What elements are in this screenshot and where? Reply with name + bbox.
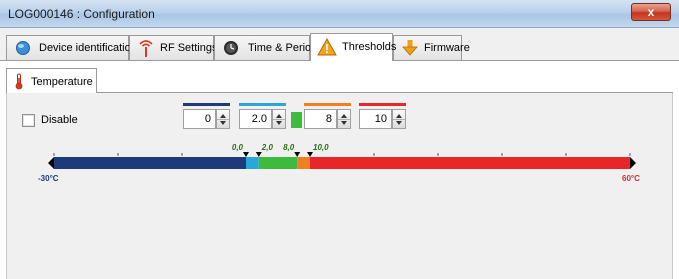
clock-icon — [224, 41, 238, 55]
tab-label: Firmware — [424, 42, 470, 54]
spin-down-icon[interactable] — [220, 121, 226, 125]
disable-label: Disable — [41, 114, 78, 126]
tab-label: Device identification — [39, 42, 137, 54]
high-alarm-color-bar — [359, 103, 406, 106]
thermometer-icon — [15, 73, 23, 90]
low-warning-stepper[interactable] — [272, 109, 286, 129]
high-warning-input[interactable]: 8 — [304, 109, 337, 129]
tab-time-period[interactable]: Time & Period — [214, 35, 317, 60]
spin-down-icon[interactable] — [276, 121, 282, 125]
high-warning-color-bar — [304, 103, 351, 106]
sub-tab-strip: Temperature — [6, 68, 673, 94]
sub-tab-label: Temperature — [31, 76, 93, 88]
high-warning-value: 8 — [325, 113, 332, 125]
high-alarm-input[interactable]: 10 — [359, 109, 392, 129]
close-icon: x — [647, 5, 655, 19]
low-alarm-color-bar — [183, 103, 230, 106]
title-bar[interactable]: LOG000146 : Configuration x — [0, 0, 679, 28]
low-alarm-input[interactable]: 0 — [183, 109, 216, 129]
stepper-divider — [217, 119, 229, 120]
tab-device-identification[interactable]: Device identification — [6, 35, 137, 60]
low-alarm-stepper[interactable] — [216, 109, 230, 129]
rf-antenna-icon — [139, 40, 153, 57]
stepper-divider — [273, 119, 285, 120]
low-alarm-threshold-spinner[interactable]: 0 — [183, 103, 230, 131]
stepper-divider — [393, 119, 405, 120]
disable-checkbox[interactable] — [22, 114, 35, 127]
tab-thresholds[interactable]: Thresholds — [310, 33, 397, 61]
high-alarm-value: 10 — [374, 113, 387, 125]
spin-up-icon[interactable] — [341, 114, 347, 118]
low-warning-color-bar — [239, 103, 286, 106]
spin-down-icon[interactable] — [341, 121, 347, 125]
tab-firmware[interactable]: Firmware — [393, 35, 470, 60]
low-warning-input[interactable]: 2.0 — [239, 109, 272, 129]
device-globe-icon — [16, 41, 30, 55]
close-button[interactable]: x — [631, 3, 671, 21]
tab-rf-settings[interactable]: RF Settings — [129, 35, 218, 60]
high-warning-stepper[interactable] — [337, 109, 351, 129]
download-arrow-icon — [402, 40, 418, 56]
tab-label: RF Settings — [160, 42, 218, 54]
low-warning-value: 2.0 — [251, 113, 267, 125]
spin-down-icon[interactable] — [396, 121, 402, 125]
window-title: LOG000146 : Configuration — [8, 7, 155, 21]
tab-label: Time & Period — [248, 42, 318, 54]
tab-label: Thresholds — [342, 41, 397, 53]
tab-temperature[interactable]: Temperature — [6, 68, 97, 94]
low-warning-threshold-spinner[interactable]: 2.0 — [239, 103, 286, 131]
low-alarm-value: 0 — [204, 113, 211, 125]
thresholds-page: Temperature Disable 0 2.0 8 10 — [0, 60, 679, 279]
spin-up-icon[interactable] — [276, 114, 282, 118]
warning-triangle-icon — [317, 38, 337, 56]
spin-up-icon[interactable] — [220, 114, 226, 118]
ok-range-swatch — [291, 112, 302, 128]
high-alarm-stepper[interactable] — [392, 109, 406, 129]
main-tab-strip: Device identification RF Settings Time &… — [0, 28, 679, 61]
configuration-window: LOG000146 : Configuration x Device ident… — [0, 0, 679, 279]
high-warning-threshold-spinner[interactable]: 8 — [304, 103, 351, 131]
stepper-divider — [338, 119, 350, 120]
high-alarm-threshold-spinner[interactable]: 10 — [359, 103, 406, 131]
spin-up-icon[interactable] — [396, 114, 402, 118]
